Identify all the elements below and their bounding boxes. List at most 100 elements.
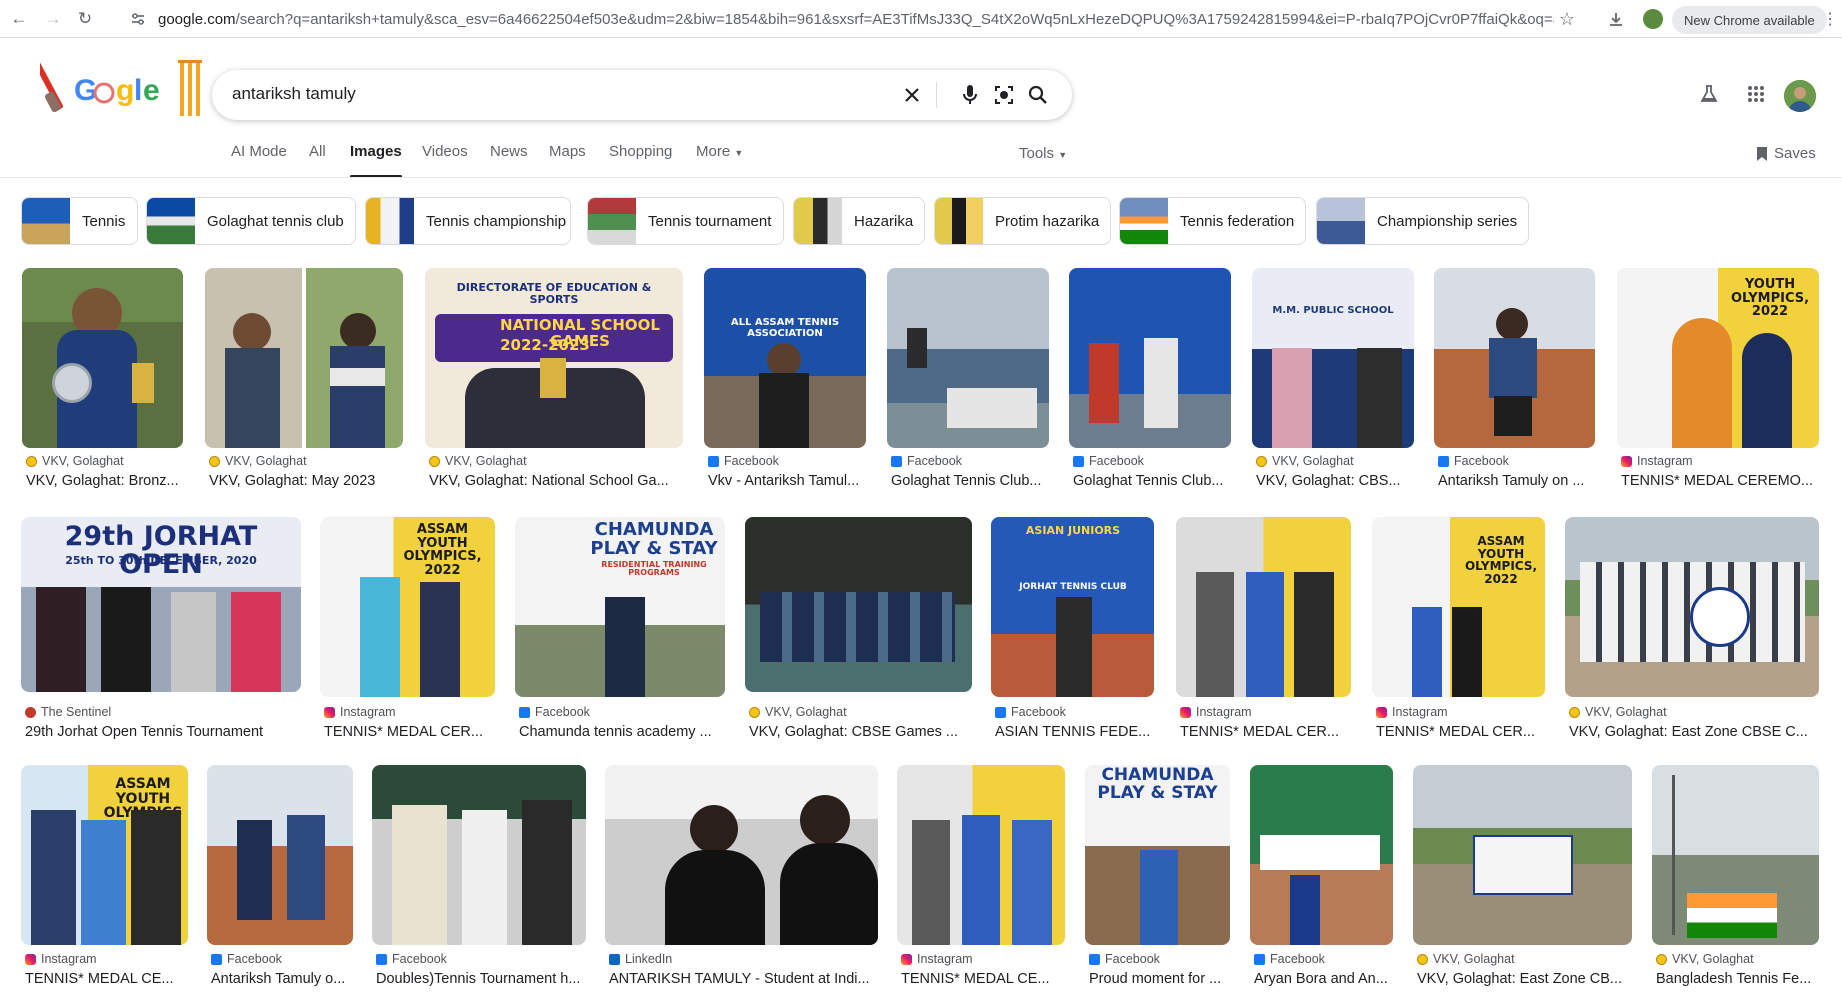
saves-button[interactable]: Saves xyxy=(1756,145,1816,162)
result-image[interactable] xyxy=(1652,765,1819,945)
reload-icon[interactable]: ↻ xyxy=(74,8,96,30)
result-title[interactable]: TENNIS* MEDAL CEREMO... xyxy=(1621,473,1821,489)
bookmark-star-icon[interactable]: ☆ xyxy=(1555,5,1579,33)
result-image[interactable] xyxy=(897,765,1065,945)
result-title[interactable]: TENNIS* MEDAL CER... xyxy=(324,724,497,740)
facebook-icon xyxy=(1073,455,1084,467)
tab-maps[interactable]: Maps xyxy=(549,143,586,160)
chip-thumbnail xyxy=(147,198,195,244)
download-icon[interactable] xyxy=(1604,5,1628,33)
voice-search-icon[interactable] xyxy=(958,83,982,107)
result-image[interactable]: ASSAM YOUTH OLYMPICS xyxy=(21,765,188,945)
back-icon[interactable]: ← xyxy=(8,8,30,30)
browser-toolbar: ← → ↻ google.com/search?q=antariksh+tamu… xyxy=(0,0,1842,38)
tools-button[interactable]: Tools ▼ xyxy=(1019,145,1067,162)
result-image[interactable]: ASSAM YOUTH OLYMPICS, 2022 xyxy=(320,517,495,697)
result-image[interactable]: ALL ASSAM TENNIS ASSOCIATION xyxy=(704,268,866,448)
chip-protim-hazarika[interactable]: Protim hazarika xyxy=(934,197,1111,245)
chip-tennis[interactable]: Tennis xyxy=(21,197,138,245)
result-title[interactable]: TENNIS* MEDAL CE... xyxy=(25,971,190,987)
tab-more[interactable]: More ▼ xyxy=(696,143,743,160)
result-image[interactable] xyxy=(205,268,403,448)
search-box[interactable]: antariksh tamuly xyxy=(212,70,1072,120)
apps-grid-icon[interactable] xyxy=(1744,82,1768,106)
result-title[interactable]: Proud moment for ... xyxy=(1089,971,1232,987)
forward-icon[interactable]: → xyxy=(42,8,64,30)
result-image[interactable]: ASIAN JUNIORS JORHAT TENNIS CLUB xyxy=(991,517,1154,697)
new-chrome-button[interactable]: New Chrome available xyxy=(1672,6,1827,34)
result-title[interactable]: TENNIS* MEDAL CE... xyxy=(901,971,1067,987)
chevron-down-icon: ▼ xyxy=(1058,150,1068,160)
result-image[interactable] xyxy=(1176,517,1351,697)
result-image[interactable]: ASSAM YOUTH OLYMPICS, 2022 xyxy=(1372,517,1545,697)
result-source: Facebook xyxy=(891,454,962,468)
result-image[interactable] xyxy=(1069,268,1231,448)
result-image[interactable]: M.M. PUBLIC SCHOOL xyxy=(1252,268,1414,448)
result-image[interactable] xyxy=(745,517,972,692)
result-image[interactable] xyxy=(887,268,1049,448)
labs-flask-icon[interactable] xyxy=(1697,82,1721,106)
result-title[interactable]: VKV, Golaghat: Bronz... xyxy=(26,473,185,489)
result-source: VKV, Golaghat xyxy=(429,454,527,468)
tab-ai-mode[interactable]: AI Mode xyxy=(231,143,287,160)
result-image[interactable] xyxy=(1250,765,1393,945)
result-title[interactable]: 29th Jorhat Open Tennis Tournament xyxy=(25,724,303,740)
chip-golaghat-tennis-club[interactable]: Golaghat tennis club xyxy=(146,197,356,245)
result-title[interactable]: TENNIS* MEDAL CER... xyxy=(1180,724,1353,740)
result-image[interactable] xyxy=(207,765,353,945)
result-image[interactable] xyxy=(372,765,586,945)
chip-thumbnail xyxy=(935,198,983,244)
result-title[interactable]: ASIAN TENNIS FEDE... xyxy=(995,724,1156,740)
site-info-icon[interactable] xyxy=(130,11,146,27)
address-bar[interactable]: google.com/search?q=antariksh+tamuly&sca… xyxy=(158,4,1554,34)
result-title[interactable]: ANTARIKSH TAMULY - Student at Indi... xyxy=(609,971,880,987)
source-name: VKV, Golaghat xyxy=(445,454,527,468)
account-avatar[interactable] xyxy=(1784,80,1816,112)
result-image[interactable] xyxy=(605,765,878,945)
chip-tennis-tournament[interactable]: Tennis tournament xyxy=(587,197,784,245)
result-title[interactable]: Chamunda tennis academy ... xyxy=(519,724,727,740)
chrome-menu-icon[interactable]: ⋮ xyxy=(1822,5,1838,33)
tab-all[interactable]: All xyxy=(309,143,326,160)
result-title[interactable]: Antariksh Tamuly on ... xyxy=(1438,473,1597,489)
tab-news[interactable]: News xyxy=(490,143,528,160)
result-title[interactable]: TENNIS* MEDAL CER... xyxy=(1376,724,1547,740)
result-image[interactable]: CHAMUNDA PLAY & STAY RESIDENTIAL TRAININ… xyxy=(515,517,725,697)
result-title[interactable]: Aryan Bora and An... xyxy=(1254,971,1395,987)
tab-videos[interactable]: Videos xyxy=(422,143,468,160)
result-title[interactable]: Bangladesh Tennis Fe... xyxy=(1656,971,1821,987)
tab-shopping[interactable]: Shopping xyxy=(609,143,672,160)
result-image[interactable] xyxy=(22,268,183,448)
source-favicon-icon xyxy=(749,706,760,718)
profile-avatar-small[interactable] xyxy=(1642,5,1664,33)
result-title[interactable]: Doubles)Tennis Tournament h... xyxy=(376,971,588,987)
lens-search-icon[interactable] xyxy=(992,83,1016,107)
result-title[interactable]: Golaghat Tennis Club... xyxy=(1073,473,1233,489)
result-image[interactable]: CHAMUNDA PLAY & STAY xyxy=(1085,765,1230,945)
result-image[interactable]: DIRECTORATE OF EDUCATION & SPORTS NATION… xyxy=(425,268,683,448)
result-image[interactable] xyxy=(1413,765,1632,945)
result-image[interactable] xyxy=(1565,517,1819,697)
chip-hazarika[interactable]: Hazarika xyxy=(793,197,925,245)
result-title[interactable]: VKV, Golaghat: May 2023 xyxy=(209,473,405,489)
result-image[interactable]: 29th JORHAT OPEN 25th TO 30th DECEMBER, … xyxy=(21,517,301,692)
chip-tennis-federation[interactable]: Tennis federation xyxy=(1119,197,1306,245)
google-doodle-logo[interactable]: G g l e xyxy=(30,52,210,122)
result-title[interactable]: VKV, Golaghat: East Zone CB... xyxy=(1417,971,1634,987)
result-title[interactable]: VKV, Golaghat: National School Ga... xyxy=(429,473,685,489)
result-title[interactable]: VKV, Golaghat: East Zone CBSE C... xyxy=(1569,724,1821,740)
search-submit-icon[interactable] xyxy=(1026,83,1050,107)
result-image[interactable]: YOUTH OLYMPICS, 2022 xyxy=(1617,268,1819,448)
instagram-icon xyxy=(1180,706,1191,718)
result-title[interactable]: VKV, Golaghat: CBSE Games ... xyxy=(749,724,974,740)
clear-search-icon[interactable] xyxy=(900,83,924,107)
result-image[interactable] xyxy=(1434,268,1595,448)
search-input[interactable]: antariksh tamuly xyxy=(232,84,356,104)
result-title[interactable]: Vkv - Antariksh Tamul... xyxy=(708,473,868,489)
result-title[interactable]: VKV, Golaghat: CBS... xyxy=(1256,473,1416,489)
chip-tennis-championship[interactable]: Tennis championship xyxy=(365,197,571,245)
result-title[interactable]: Antariksh Tamuly o... xyxy=(211,971,355,987)
chip-championship-series[interactable]: Championship series xyxy=(1316,197,1529,245)
tab-images[interactable]: Images xyxy=(350,143,402,178)
result-title[interactable]: Golaghat Tennis Club... xyxy=(891,473,1051,489)
